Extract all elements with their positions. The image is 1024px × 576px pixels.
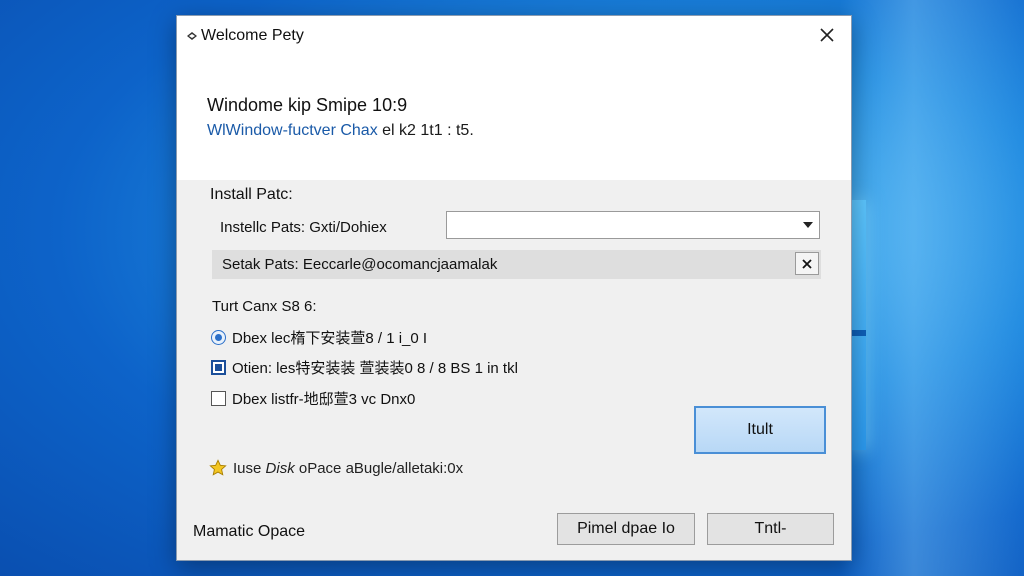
star-icon: [209, 459, 227, 476]
footer-button-1[interactable]: Pimel dpae Io: [557, 513, 695, 545]
install-path-dropdown[interactable]: [446, 211, 820, 239]
install-button[interactable]: Itult: [694, 406, 826, 454]
option-row-1[interactable]: Dbex lec楕下安装萱8 / 1 i_0 I: [211, 327, 427, 348]
option-row-3[interactable]: Dbex listfr-地邸萱3 vc Dnx0: [211, 388, 415, 409]
install-section-label: Install Patc:: [210, 186, 293, 203]
window-title: Welcome Pety: [201, 27, 304, 44]
options-section-label: Turt Canx S8 6:: [212, 298, 317, 315]
window-title-bar: Welcome Pety: [185, 27, 304, 45]
close-button[interactable]: [817, 25, 837, 45]
dialog-header: Welcome Pety Windome kip Smipe 10:9 WlWi…: [177, 16, 851, 180]
footer-label: Mamatic Opace: [193, 523, 306, 540]
option-label-2: Otien: les特安装装 萱装装0 8 / 8 BS 1 in tkl: [232, 360, 518, 377]
installer-dialog: Welcome Pety Windome kip Smipe 10:9 WlWi…: [176, 15, 852, 561]
option-row-2[interactable]: Otien: les特安装装 萱装装0 8 / 8 BS 1 in tkl: [211, 357, 518, 378]
radio-selected[interactable]: [211, 330, 226, 345]
checkbox-unchecked[interactable]: [211, 391, 226, 406]
desktop-glow: [840, 0, 1024, 576]
disk-text: Iuse Disk oPace aBugle/alletaki:0x: [233, 459, 464, 477]
footer-button-2[interactable]: Tntl-: [707, 513, 834, 545]
app-icon: [185, 29, 199, 43]
page-heading: Windome kip Smipe 10:9: [207, 95, 408, 115]
desktop-light-beam: [852, 200, 866, 450]
install-path-label: Instellc Pats: Gxti/Dohiex: [220, 219, 387, 236]
chevron-down-icon: [803, 222, 813, 228]
close-icon: [820, 28, 834, 42]
clear-icon: [802, 258, 812, 269]
current-path-field: Setak Pats: Eeccarle@ocomancjaamalak: [212, 250, 821, 279]
desktop-light-divider: [852, 330, 866, 336]
version-link[interactable]: WlWindow-fuctver Chax: [207, 122, 378, 139]
checkbox-checked[interactable]: [211, 360, 226, 375]
current-path-text: Setak Pats: Eeccarle@ocomancjaamalak: [222, 256, 498, 273]
clear-path-button[interactable]: [795, 252, 819, 275]
version-info: WlWindow-fuctver Chax el k2 1t1 : t5.: [207, 122, 474, 140]
version-suffix: el k2 1t1 : t5.: [377, 122, 474, 139]
disk-space-info: Iuse Disk oPace aBugle/alletaki:0x: [209, 459, 463, 477]
option-label-3: Dbex listfr-地邸萱3 vc Dnx0: [232, 391, 416, 408]
option-label-1: Dbex lec楕下安装萱8 / 1 i_0 I: [232, 330, 428, 347]
